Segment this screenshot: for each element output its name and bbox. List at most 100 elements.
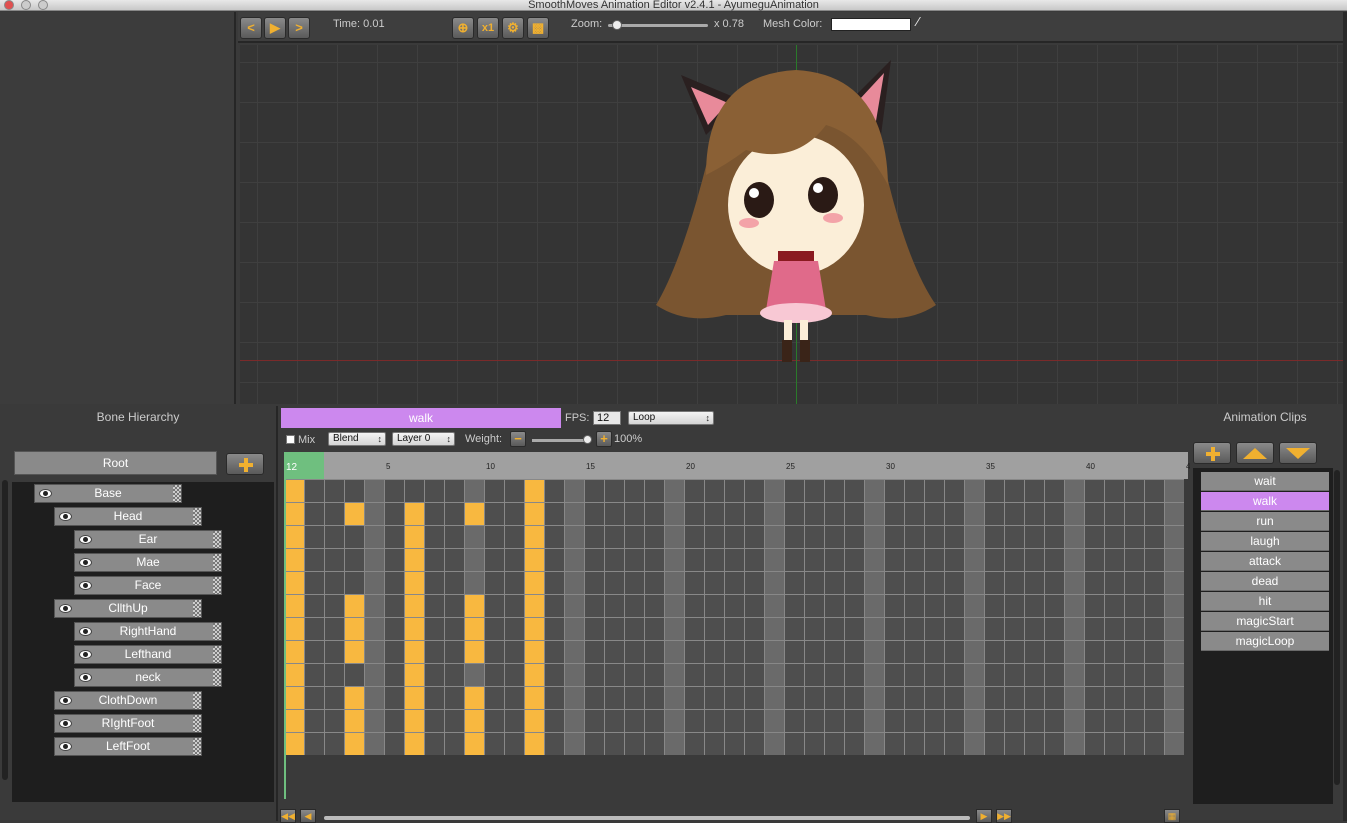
frame-cell[interactable] <box>485 687 504 709</box>
frame-cell[interactable] <box>585 710 604 732</box>
frame-cell[interactable] <box>805 595 824 617</box>
eye-icon[interactable] <box>79 535 92 544</box>
frame-cell[interactable] <box>345 480 364 502</box>
frame-cell[interactable] <box>785 480 804 502</box>
frame-cell[interactable] <box>305 710 324 732</box>
frame-cell[interactable] <box>865 710 884 732</box>
frame-cell[interactable] <box>765 710 784 732</box>
frame-cell[interactable] <box>705 641 724 663</box>
clip-item[interactable]: dead <box>1201 572 1329 591</box>
frame-cell[interactable] <box>1125 687 1144 709</box>
keyframe-cell[interactable] <box>285 526 304 548</box>
keyframe-cell[interactable] <box>465 687 484 709</box>
frame-cell[interactable] <box>605 664 624 686</box>
keyframe-cell[interactable] <box>525 664 544 686</box>
frame-cell[interactable] <box>965 710 984 732</box>
frame-cell[interactable] <box>745 480 764 502</box>
frame-cell[interactable] <box>985 664 1004 686</box>
frame-cell[interactable] <box>1105 687 1124 709</box>
frame-cell[interactable] <box>485 618 504 640</box>
clip-item[interactable]: hit <box>1201 592 1329 611</box>
frame-cell[interactable] <box>665 595 684 617</box>
frame-cell[interactable] <box>585 572 604 594</box>
frame-cell[interactable] <box>645 618 664 640</box>
bone-list-scrollbar[interactable] <box>2 480 8 780</box>
frame-cell[interactable] <box>665 618 684 640</box>
frame-cell[interactable] <box>905 526 924 548</box>
frame-cell[interactable] <box>385 618 404 640</box>
frame-cell[interactable] <box>625 618 644 640</box>
frame-cell[interactable] <box>365 572 384 594</box>
frame-cell[interactable] <box>745 572 764 594</box>
keyframe-cell[interactable] <box>465 733 484 755</box>
frame-cell[interactable] <box>685 733 704 755</box>
frame-cell[interactable] <box>385 480 404 502</box>
frame-cell[interactable] <box>1025 641 1044 663</box>
keyframe-cell[interactable] <box>405 618 424 640</box>
frame-cell[interactable] <box>625 572 644 594</box>
keyframe-cell[interactable] <box>345 595 364 617</box>
frame-cell[interactable] <box>885 480 904 502</box>
add-clip-button[interactable] <box>1193 442 1231 464</box>
frame-cell[interactable] <box>885 618 904 640</box>
frame-cell[interactable] <box>585 618 604 640</box>
frame-cell[interactable] <box>685 549 704 571</box>
frame-cell[interactable] <box>1165 595 1184 617</box>
frame-cell[interactable] <box>565 549 584 571</box>
frame-cell[interactable] <box>445 641 464 663</box>
frame-cell[interactable] <box>445 687 464 709</box>
frame-cell[interactable] <box>1145 687 1164 709</box>
clip-item[interactable]: wait <box>1201 472 1329 491</box>
frame-cell[interactable] <box>325 618 344 640</box>
frame-cell[interactable] <box>865 664 884 686</box>
frame-cell[interactable] <box>1045 503 1064 525</box>
frame-cell[interactable] <box>1085 595 1104 617</box>
frame-cell[interactable] <box>1105 480 1124 502</box>
frame-cell[interactable] <box>1005 641 1024 663</box>
frame-cell[interactable] <box>485 710 504 732</box>
frame-cell[interactable] <box>705 526 724 548</box>
frame-cell[interactable] <box>605 503 624 525</box>
clip-item[interactable]: attack <box>1201 552 1329 571</box>
frame-cell[interactable] <box>365 710 384 732</box>
frame-cell[interactable] <box>1145 641 1164 663</box>
timeline-scroll-track[interactable] <box>324 816 970 820</box>
frame-cell[interactable] <box>645 503 664 525</box>
frame-cell[interactable] <box>905 595 924 617</box>
frame-cell[interactable] <box>905 664 924 686</box>
frame-cell[interactable] <box>685 664 704 686</box>
frame-cell[interactable] <box>925 526 944 548</box>
settings-button[interactable]: ⚙ <box>502 17 524 39</box>
frame-cell[interactable] <box>825 572 844 594</box>
keyframe-cell[interactable] <box>345 503 364 525</box>
keyframe-cell[interactable] <box>465 618 484 640</box>
frame-cell[interactable] <box>585 733 604 755</box>
frame-cell[interactable] <box>865 595 884 617</box>
frame-cell[interactable] <box>1025 664 1044 686</box>
character-preview[interactable] <box>646 55 946 375</box>
keyframe-cell[interactable] <box>525 687 544 709</box>
keyframe-cell[interactable] <box>345 618 364 640</box>
frame-cell[interactable] <box>605 641 624 663</box>
keyframe-cell[interactable] <box>405 641 424 663</box>
frame-cell[interactable] <box>905 641 924 663</box>
frame-cell[interactable] <box>925 687 944 709</box>
frame-cell[interactable] <box>1025 503 1044 525</box>
frame-cell[interactable] <box>945 526 964 548</box>
frame-cell[interactable] <box>1005 549 1024 571</box>
mesh-color-swatch[interactable] <box>831 18 911 31</box>
prev-frame-button[interactable]: < <box>240 17 262 39</box>
frame-cell[interactable] <box>965 480 984 502</box>
frame-cell[interactable] <box>905 549 924 571</box>
frame-cell[interactable] <box>545 618 564 640</box>
frame-cell[interactable] <box>365 664 384 686</box>
frame-cell[interactable] <box>985 687 1004 709</box>
frame-cell[interactable] <box>1145 572 1164 594</box>
frame-cell[interactable] <box>725 480 744 502</box>
frame-cell[interactable] <box>1165 572 1184 594</box>
frame-cell[interactable] <box>905 618 924 640</box>
frame-cell[interactable] <box>605 687 624 709</box>
frame-cell[interactable] <box>825 595 844 617</box>
frame-cell[interactable] <box>565 710 584 732</box>
frame-cell[interactable] <box>925 503 944 525</box>
